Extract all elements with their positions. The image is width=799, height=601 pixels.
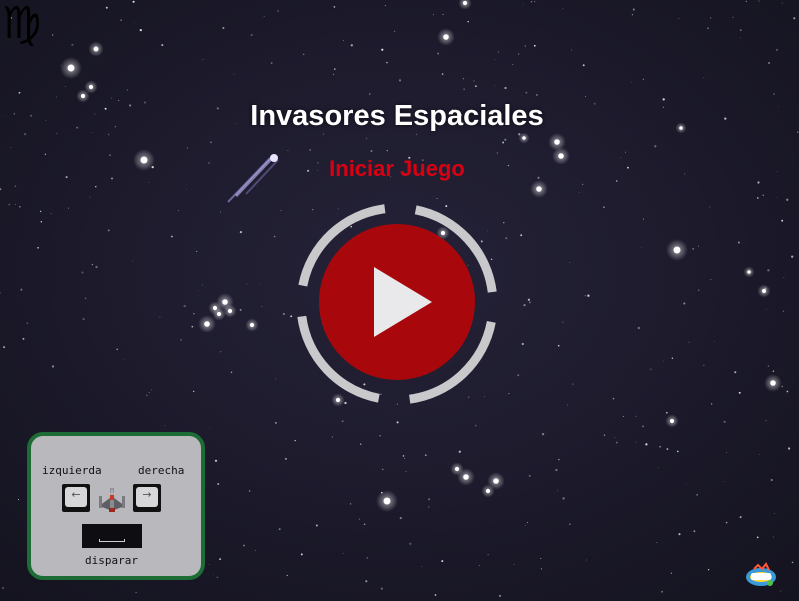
right-arrow-key: →: [133, 484, 161, 512]
spaceship-icon: [99, 488, 125, 512]
game-title: Invasores Espaciales: [250, 100, 544, 132]
controls-help-panel: izquierda derecha ← → disparar: [27, 432, 205, 580]
space-bar-icon: [99, 539, 125, 542]
left-control-label: izquierda: [42, 464, 102, 477]
game-logo-icon: [746, 562, 776, 586]
left-arrow-icon: ←: [65, 487, 87, 507]
left-arrow-key: ←: [62, 484, 90, 512]
play-button[interactable]: [294, 201, 500, 407]
start-game-button[interactable]: Iniciar Juego: [0, 156, 794, 182]
virgo-icon: ♍: [2, 0, 41, 49]
space-bar-key: [82, 524, 142, 548]
svg-text:♍: ♍: [2, 0, 41, 49]
right-arrow-icon: →: [136, 487, 158, 507]
fire-control-label: disparar: [85, 554, 138, 567]
right-control-label: derecha: [138, 464, 185, 477]
